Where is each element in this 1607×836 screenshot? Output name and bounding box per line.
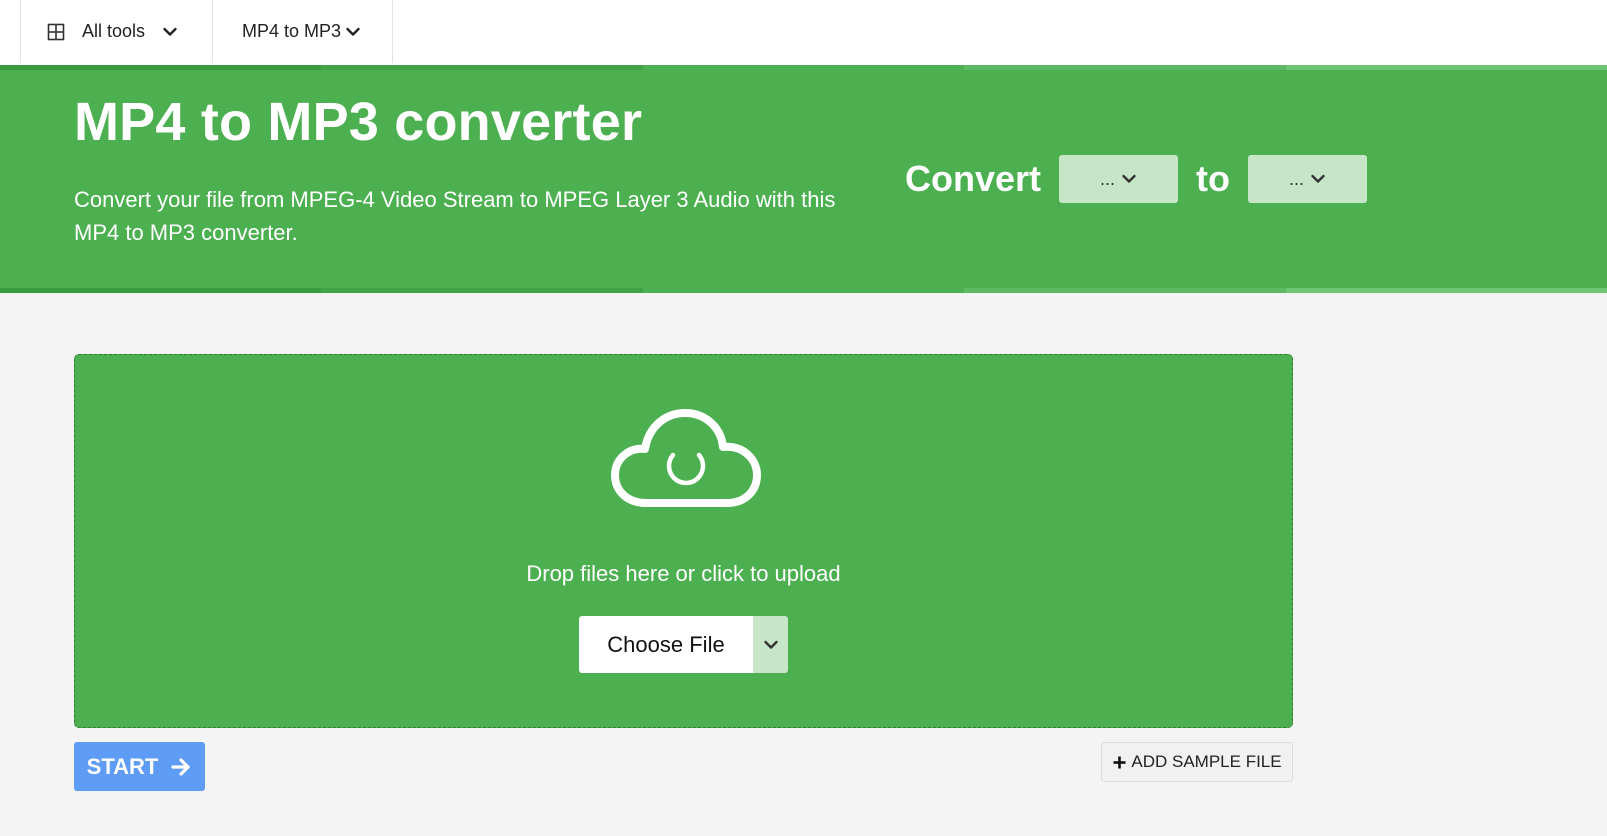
top-navigation: All tools MP4 to MP3 [0,0,1607,65]
chevron-down-icon [1122,174,1136,183]
convert-label: Convert [905,158,1042,199]
to-format-select[interactable]: ... [1248,155,1368,203]
chevron-down-icon [346,27,360,36]
drop-instructions: Drop files here or click to upload [526,561,841,586]
grid-icon [47,23,65,40]
page-description: Convert your file from MPEG-4 Video Stre… [74,187,836,245]
plus-icon [1113,756,1126,768]
to-label: to [1196,158,1231,199]
hero-top-stripe [0,65,1607,70]
arrow-right-icon [171,757,190,776]
add-sample-file-button[interactable]: ADD SAMPLE FILE [1101,742,1293,782]
all-tools-menu[interactable]: All tools [20,0,213,63]
hero-bottom-stripe [0,288,1607,293]
format-selector: Convert ... to ... [905,155,1368,203]
hero-banner: MP4 to MP3 converter Convert your file f… [0,65,1607,293]
file-dropzone[interactable]: Drop files here or click to upload Choos… [74,354,1293,728]
to-format-value: ... [1289,168,1305,189]
all-tools-label: All tools [82,21,146,41]
choose-file-group: Choose File [579,616,788,673]
page-title: MP4 to MP3 converter [74,92,643,152]
format-menu-label: MP4 to MP3 [242,21,342,41]
start-button[interactable]: START [74,742,205,791]
format-menu[interactable]: MP4 to MP3 [213,0,393,63]
chevron-down-icon [1311,174,1325,183]
start-label: START [86,753,159,779]
choose-file-button[interactable]: Choose File [579,616,753,673]
upload-source-dropdown[interactable] [753,616,788,673]
from-format-select[interactable]: ... [1059,155,1179,203]
from-format-value: ... [1100,168,1116,189]
chevron-down-icon [163,27,177,36]
cloud-upload-icon [611,409,761,507]
chevron-down-icon [763,640,778,649]
add-sample-label: ADD SAMPLE FILE [1131,752,1282,771]
